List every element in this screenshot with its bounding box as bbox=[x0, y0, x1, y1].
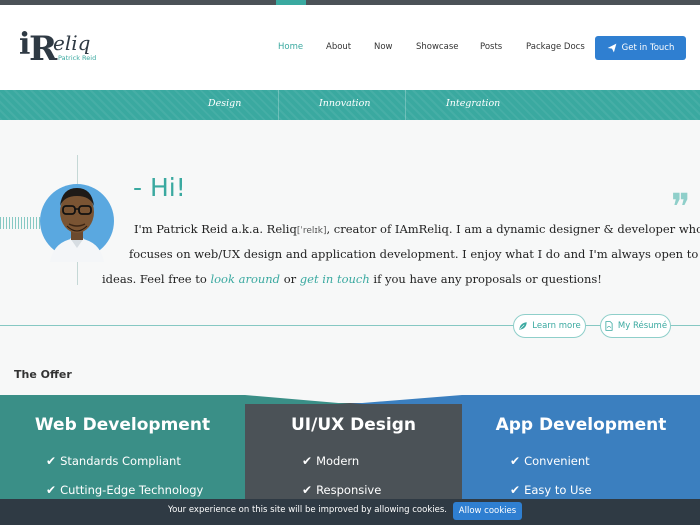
feature-label: Modern bbox=[316, 454, 360, 468]
intro-line-3: ideas. Feel free to look around or get i… bbox=[102, 272, 602, 286]
band-divider bbox=[405, 90, 406, 120]
learn-more-label: Learn more bbox=[532, 321, 581, 331]
nav-home[interactable]: Home bbox=[278, 42, 303, 52]
intro-text: if you have any proposals or questions! bbox=[369, 272, 602, 286]
intro-text: or bbox=[280, 272, 300, 286]
nav-package-docs[interactable]: Package Docs bbox=[526, 42, 585, 52]
intro-divider-line bbox=[0, 325, 700, 326]
quote-icon: ❞ bbox=[671, 187, 691, 228]
get-in-touch-label: Get in Touch bbox=[621, 43, 675, 53]
card-title: UI/UX Design bbox=[290, 415, 417, 435]
feature-label: Easy to Use bbox=[524, 483, 592, 497]
check-icon: ✔ bbox=[510, 483, 521, 497]
card-feature: ✔ Responsive bbox=[302, 483, 381, 497]
site-header: i R eliq Patrick Reid Home About Now Sho… bbox=[0, 5, 700, 90]
nav-showcase[interactable]: Showcase bbox=[416, 42, 458, 52]
allow-cookies-button[interactable]: Allow cookies bbox=[453, 502, 522, 520]
check-icon: ✔ bbox=[46, 483, 57, 497]
pdf-file-icon bbox=[605, 321, 613, 331]
leaf-icon bbox=[519, 322, 527, 330]
intro-text: ideas. Feel free to bbox=[102, 272, 211, 286]
feature-label: Convenient bbox=[524, 454, 590, 468]
avatar bbox=[40, 184, 114, 262]
intro-line-1: I'm Patrick Reid a.k.a. Reliq[ˈrelɪk], c… bbox=[134, 222, 700, 236]
tagline-band: Design Innovation Integration bbox=[0, 90, 700, 120]
band-divider bbox=[278, 90, 279, 120]
cookie-message: Your experience on this site will be imp… bbox=[168, 505, 447, 515]
intro-line-2: focuses on web/UX design and application… bbox=[129, 247, 700, 261]
check-icon: ✔ bbox=[302, 454, 313, 468]
card-feature: ✔ Modern bbox=[302, 454, 359, 468]
logo-wordmark: eliq bbox=[53, 31, 91, 55]
nav-posts[interactable]: Posts bbox=[480, 42, 502, 52]
band-item-integration: Integration bbox=[446, 98, 501, 109]
card-feature: ✔ Standards Compliant bbox=[46, 454, 181, 468]
feature-label: Cutting-Edge Technology bbox=[60, 483, 204, 497]
resume-button[interactable]: My Résumé bbox=[600, 314, 671, 338]
feature-label: Responsive bbox=[316, 483, 382, 497]
site-logo[interactable]: i R eliq Patrick Reid bbox=[17, 27, 102, 72]
cookie-banner: Your experience on this site will be imp… bbox=[0, 499, 700, 525]
look-around-link[interactable]: look around bbox=[210, 272, 280, 286]
nav-now[interactable]: Now bbox=[374, 42, 393, 52]
get-in-touch-button[interactable]: Get in Touch bbox=[595, 36, 686, 60]
card-feature: ✔ Easy to Use bbox=[510, 483, 592, 497]
phonetic-text: [ˈrelɪk] bbox=[296, 226, 327, 236]
card-title: Web Development bbox=[34, 415, 211, 435]
band-item-innovation: Innovation bbox=[319, 98, 371, 109]
resume-label: My Résumé bbox=[617, 321, 668, 331]
paper-plane-icon bbox=[607, 43, 617, 53]
feature-label: Standards Compliant bbox=[60, 454, 181, 468]
greeting-heading: - Hi! bbox=[133, 173, 186, 202]
logo-tagline: Patrick Reid bbox=[58, 54, 97, 62]
get-in-touch-link[interactable]: get in touch bbox=[300, 272, 370, 286]
card-feature: ✔ Cutting-Edge Technology bbox=[46, 483, 203, 497]
check-icon: ✔ bbox=[46, 454, 57, 468]
card-feature: ✔ Convenient bbox=[510, 454, 590, 468]
intro-text: I'm Patrick Reid a.k.a. Reliq bbox=[134, 222, 297, 236]
band-item-design: Design bbox=[208, 98, 242, 109]
offer-section-title: The Offer bbox=[14, 368, 72, 381]
learn-more-button[interactable]: Learn more bbox=[513, 314, 586, 338]
check-icon: ✔ bbox=[302, 483, 313, 497]
card-title: App Development bbox=[495, 415, 667, 435]
check-icon: ✔ bbox=[510, 454, 521, 468]
intro-text: , creator of IAmReliq. I am a dynamic de… bbox=[326, 222, 700, 236]
nav-about[interactable]: About bbox=[326, 42, 351, 52]
